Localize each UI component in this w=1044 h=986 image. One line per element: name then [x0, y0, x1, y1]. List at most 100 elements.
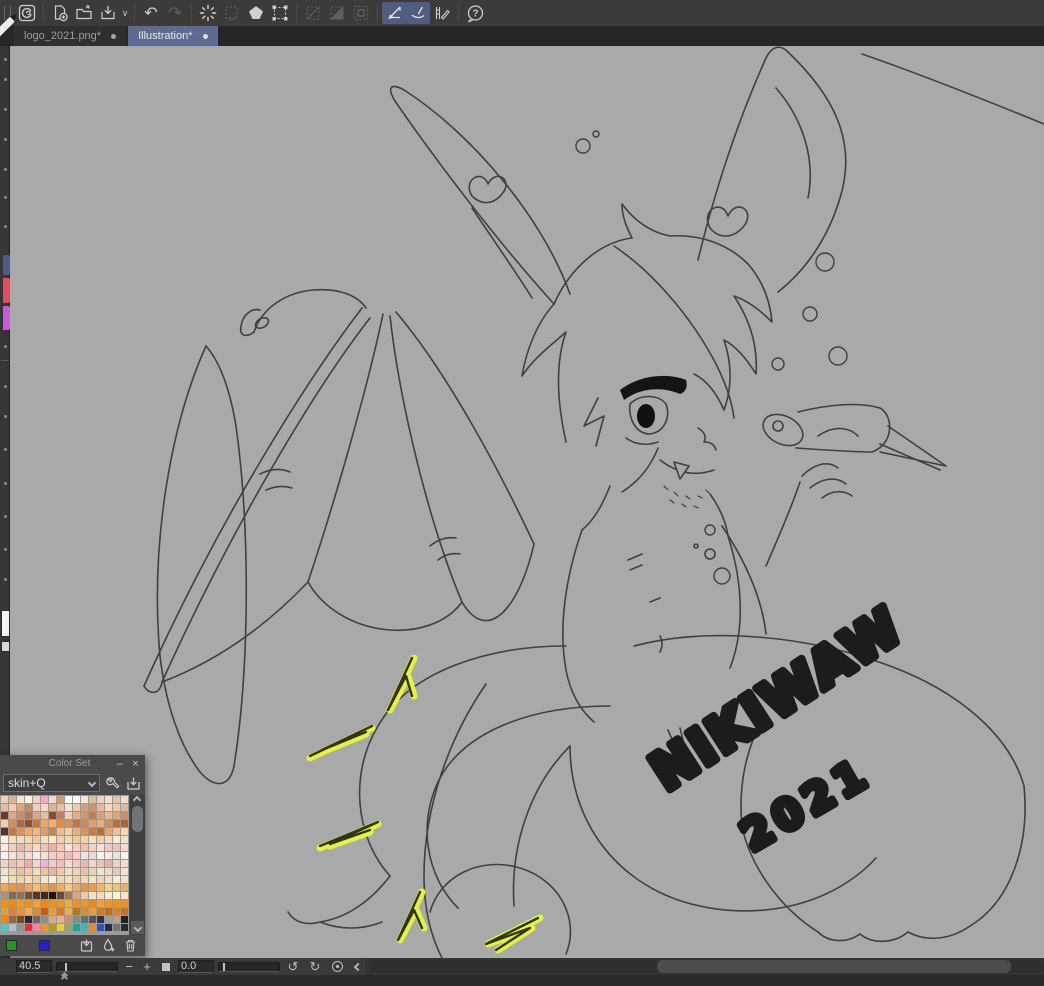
color-swatch[interactable]	[113, 884, 120, 891]
color-swatch[interactable]	[121, 828, 128, 835]
color-swatch[interactable]	[113, 844, 120, 851]
color-swatch[interactable]	[89, 796, 96, 803]
color-swatch[interactable]	[9, 804, 16, 811]
color-swatch[interactable]	[65, 844, 72, 851]
color-swatch[interactable]	[41, 924, 48, 931]
color-swatch[interactable]	[17, 828, 24, 835]
partial-tool-icon[interactable]	[3, 306, 10, 330]
rotate-ccw-button[interactable]: ↺	[284, 959, 302, 975]
color-swatch[interactable]	[113, 916, 120, 923]
color-swatch[interactable]	[65, 924, 72, 931]
color-swatch[interactable]	[1, 916, 8, 923]
color-swatch[interactable]	[33, 908, 40, 915]
color-swatch[interactable]	[57, 868, 64, 875]
swatch-scrollbar[interactable]	[130, 795, 145, 935]
color-swatch[interactable]	[97, 868, 104, 875]
color-swatch[interactable]	[41, 804, 48, 811]
zoom-slider-handle[interactable]	[65, 962, 67, 971]
color-swatch[interactable]	[25, 908, 32, 915]
color-swatch[interactable]	[113, 836, 120, 843]
color-swatch[interactable]	[121, 916, 128, 923]
color-swatch[interactable]	[65, 876, 72, 883]
color-swatch[interactable]	[25, 820, 32, 827]
horizontal-scrollbar[interactable]	[369, 960, 1044, 973]
color-swatch[interactable]	[97, 812, 104, 819]
color-swatch[interactable]	[97, 892, 104, 899]
color-swatch[interactable]	[105, 868, 112, 875]
color-swatch[interactable]	[65, 900, 72, 907]
color-swatch[interactable]	[97, 828, 104, 835]
undo-button[interactable]: ↶	[139, 2, 163, 24]
color-swatch[interactable]	[9, 844, 16, 851]
color-swatch[interactable]	[89, 900, 96, 907]
color-swatch[interactable]	[81, 852, 88, 859]
selection-inner-button[interactable]	[349, 2, 373, 24]
scrollbar-thumb[interactable]	[132, 806, 143, 832]
color-swatch[interactable]	[73, 836, 80, 843]
color-swatch[interactable]	[9, 828, 16, 835]
color-swatch[interactable]	[65, 812, 72, 819]
color-swatch[interactable]	[97, 836, 104, 843]
color-swatch[interactable]	[1, 796, 8, 803]
color-swatch[interactable]	[1, 812, 8, 819]
color-swatch[interactable]	[121, 876, 128, 883]
redo-button[interactable]: ↷	[163, 2, 187, 24]
color-swatch[interactable]	[41, 844, 48, 851]
color-swatch[interactable]	[105, 916, 112, 923]
color-swatch[interactable]	[17, 876, 24, 883]
color-swatch[interactable]	[17, 916, 24, 923]
color-swatch[interactable]	[81, 892, 88, 899]
color-swatch[interactable]	[97, 820, 104, 827]
color-swatch[interactable]	[89, 812, 96, 819]
color-swatch[interactable]	[9, 924, 16, 931]
color-swatch[interactable]	[81, 836, 88, 843]
partial-tool-icon[interactable]	[4, 515, 7, 518]
color-swatch[interactable]	[65, 860, 72, 867]
color-swatch[interactable]	[97, 804, 104, 811]
color-swatch[interactable]	[89, 916, 96, 923]
color-swatch[interactable]	[81, 804, 88, 811]
color-swatch[interactable]	[57, 836, 64, 843]
partial-tool-icon[interactable]	[4, 415, 7, 418]
color-swatch[interactable]	[9, 868, 16, 875]
color-swatch[interactable]	[41, 884, 48, 891]
color-swatch[interactable]	[113, 908, 120, 915]
partial-tool-icon[interactable]	[1, 641, 10, 652]
color-swatch[interactable]	[73, 908, 80, 915]
partial-tool-icon[interactable]	[4, 385, 7, 388]
stored-color-green[interactable]	[6, 939, 17, 951]
color-swatch[interactable]	[81, 900, 88, 907]
color-swatch[interactable]	[65, 804, 72, 811]
color-swatch[interactable]	[121, 860, 128, 867]
color-swatch[interactable]	[49, 804, 56, 811]
color-swatch[interactable]	[41, 876, 48, 883]
color-swatch[interactable]	[97, 860, 104, 867]
color-swatch[interactable]	[113, 892, 120, 899]
color-swatch[interactable]	[89, 836, 96, 843]
color-swatch[interactable]	[105, 796, 112, 803]
color-swatch[interactable]	[97, 884, 104, 891]
color-swatch[interactable]	[9, 876, 16, 883]
tab-logo-2021[interactable]: logo_2021.png*	[14, 26, 127, 46]
color-swatch[interactable]	[65, 828, 72, 835]
close-button[interactable]: ×	[129, 758, 142, 770]
color-swatch[interactable]	[65, 884, 72, 891]
color-swatch[interactable]	[33, 820, 40, 827]
snap-to-ruler-button[interactable]	[382, 2, 406, 24]
color-swatch[interactable]	[1, 868, 8, 875]
color-swatch[interactable]	[49, 892, 56, 899]
color-swatch[interactable]	[25, 876, 32, 883]
color-swatch[interactable]	[49, 900, 56, 907]
color-swatch[interactable]	[113, 820, 120, 827]
partial-tool-icon[interactable]	[3, 255, 10, 275]
color-swatch[interactable]	[121, 900, 128, 907]
color-swatch[interactable]	[49, 908, 56, 915]
color-swatch[interactable]	[113, 868, 120, 875]
color-swatch[interactable]	[49, 796, 56, 803]
color-swatch[interactable]	[89, 852, 96, 859]
zoom-slider[interactable]	[56, 961, 118, 972]
rotate-cw-button[interactable]: ↻	[306, 959, 324, 975]
color-swatch[interactable]	[9, 900, 16, 907]
color-swatch[interactable]	[97, 796, 104, 803]
color-swatch[interactable]	[57, 900, 64, 907]
